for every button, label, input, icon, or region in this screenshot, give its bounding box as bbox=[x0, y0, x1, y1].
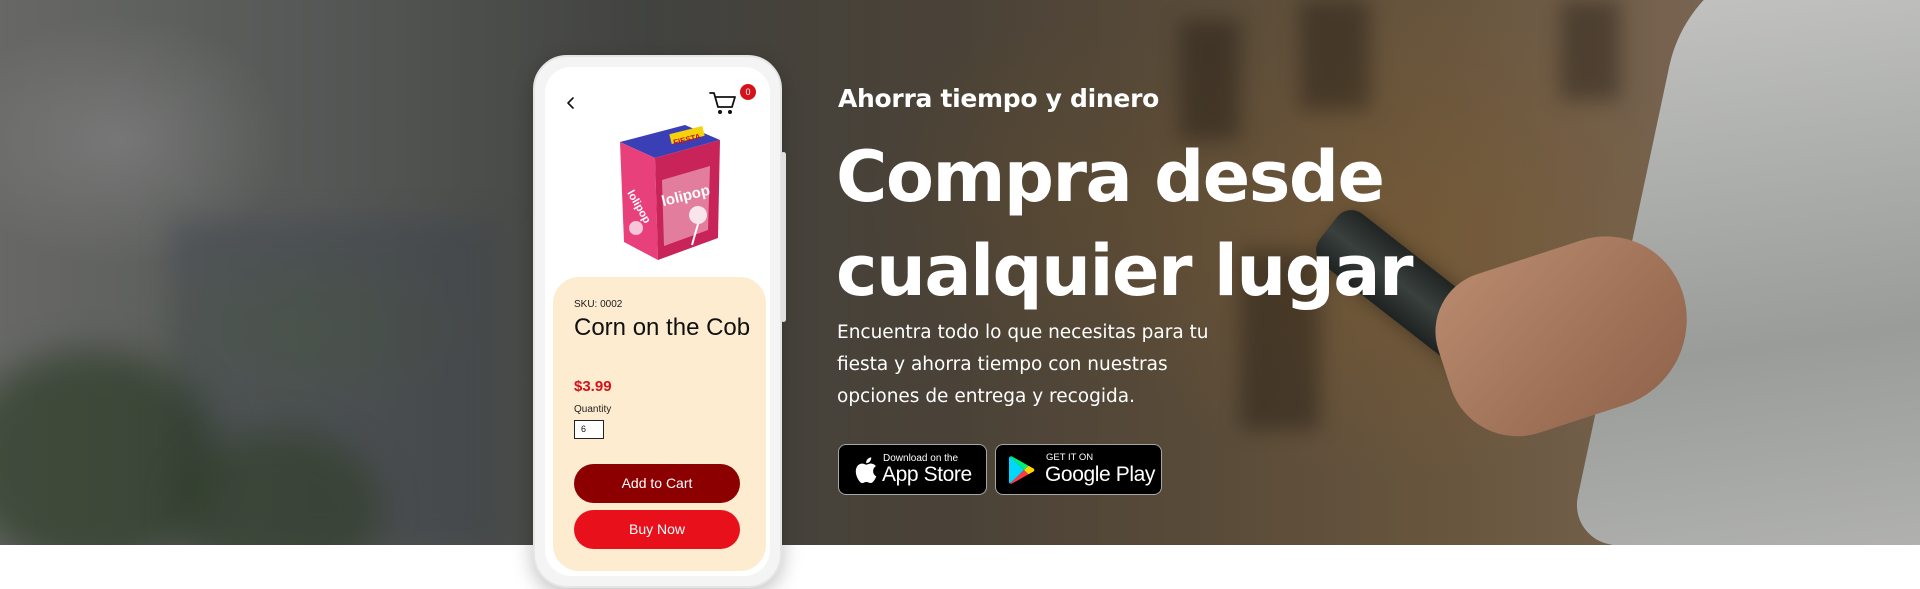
product-card: SKU: 0002 Corn on the Cob $3.99 Quantity… bbox=[553, 277, 766, 571]
hero-eyebrow: Ahorra tiempo y dinero bbox=[838, 84, 1159, 113]
google-play-small-text: GET IT ON bbox=[1046, 452, 1094, 463]
product-sku: SKU: 0002 bbox=[574, 299, 623, 310]
buy-now-button[interactable]: Buy Now bbox=[574, 510, 740, 549]
quantity-input[interactable]: 6 bbox=[574, 420, 604, 439]
quantity-label: Quantity bbox=[574, 404, 612, 415]
product-image: FIESTA lolipop lolipop bbox=[620, 125, 720, 260]
phone-mockup: 0 FIESTA lolipop lolipop SKU: 0002 Corn … bbox=[533, 55, 786, 588]
shopping-cart-icon[interactable] bbox=[708, 89, 738, 117]
google-play-badge[interactable]: GET IT ON Google Play bbox=[995, 444, 1162, 495]
google-play-icon bbox=[1009, 456, 1035, 484]
hero-banner: Ahorra tiempo y dinero Compra desde cual… bbox=[0, 0, 1920, 545]
app-store-badge[interactable]: Download on the App Store bbox=[838, 444, 987, 495]
add-to-cart-button[interactable]: Add to Cart bbox=[574, 464, 740, 503]
app-store-big-text: App Store bbox=[882, 463, 972, 486]
product-price: $3.99 bbox=[574, 378, 612, 395]
hero-subtext: Encuentra todo lo que necesitas para tu … bbox=[837, 322, 1209, 407]
apple-icon bbox=[855, 457, 877, 484]
google-play-big-text: Google Play bbox=[1045, 463, 1156, 486]
back-arrow-icon[interactable] bbox=[563, 95, 579, 111]
cart-count-badge: 0 bbox=[740, 84, 756, 100]
phone-screen: 0 FIESTA lolipop lolipop SKU: 0002 Corn … bbox=[545, 67, 770, 576]
phone-side-button bbox=[781, 152, 786, 322]
hero-headline: Compra desde cualquier lugar bbox=[836, 136, 1414, 312]
product-name: Corn on the Cob bbox=[574, 314, 751, 341]
